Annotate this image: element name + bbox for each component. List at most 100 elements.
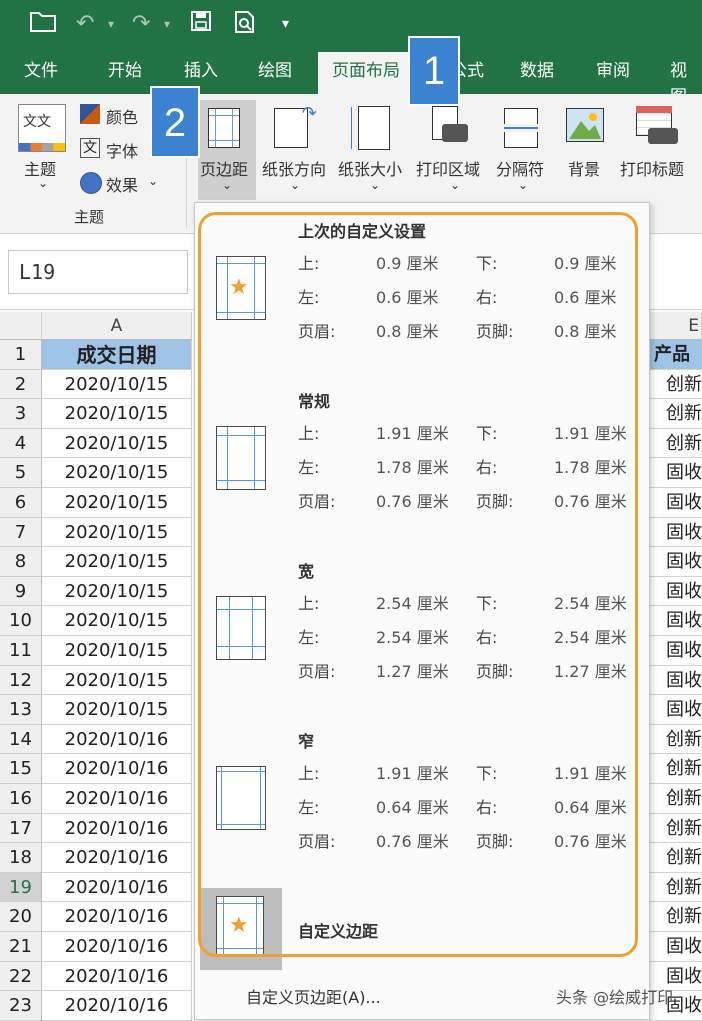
row-header[interactable]: 3 [0,399,42,429]
date-cell[interactable]: 2020/10/15 [42,606,192,636]
row-header[interactable]: 1 [0,340,42,370]
product-cell[interactable]: 固收 [650,666,702,696]
row-header[interactable]: 18 [0,843,42,873]
print-area-label[interactable]: 打印区域 [416,156,480,180]
row-header[interactable]: 11 [0,636,42,666]
product-cell[interactable]: 固收 [650,636,702,666]
date-cell[interactable]: 2020/10/15 [42,636,192,666]
orientation-label[interactable]: 纸张方向 [262,156,326,180]
tab-review[interactable]: 审阅 [596,58,630,84]
row-header[interactable]: 10 [0,606,42,636]
fonts-label[interactable]: 字体 [106,138,138,162]
product-cell[interactable]: 创新 [650,370,702,400]
column-header-right[interactable]: E [650,312,702,340]
effects-icon[interactable] [80,172,102,194]
date-cell[interactable]: 2020/10/15 [42,399,192,429]
custom-page-margins-link[interactable]: 自定义页边距(A)... [246,984,381,1008]
date-cell[interactable]: 2020/10/15 [42,488,192,518]
date-cell[interactable]: 2020/10/16 [42,872,192,903]
row-header[interactable]: 16 [0,784,42,814]
select-all-corner[interactable] [0,312,42,340]
tab-insert[interactable]: 插入 [184,58,218,84]
row-header[interactable]: 4 [0,428,42,459]
row-header[interactable]: 9 [0,576,42,607]
background-icon[interactable] [566,108,604,142]
row-header[interactable]: 21 [0,932,42,962]
row-header[interactable]: 17 [0,813,42,844]
colors-label[interactable]: 颜色 [106,104,138,128]
row-header[interactable]: 8 [0,547,42,577]
row-header[interactable]: 20 [0,902,42,932]
row-header[interactable]: 13 [0,695,42,725]
save-icon[interactable] [190,10,212,40]
row-header[interactable]: 7 [0,517,42,548]
undo-dropdown-icon[interactable]: ▾ [108,10,114,38]
redo-icon[interactable]: ↷ [132,10,150,38]
background-label[interactable]: 背景 [568,156,600,180]
header-cell-product[interactable]: 产品 [650,340,702,370]
redo-dropdown-icon[interactable]: ▾ [164,10,170,38]
date-cell[interactable]: 2020/10/15 [42,458,192,488]
date-cell[interactable]: 2020/10/16 [42,754,192,784]
effects-label[interactable]: 效果 [106,172,138,196]
product-cell[interactable]: 创新 [650,843,702,873]
product-cell[interactable]: 创新 [650,399,702,429]
tab-page-layout[interactable]: 页面布局 [318,52,414,94]
undo-icon[interactable]: ↶ [76,10,94,38]
date-cell[interactable]: 2020/10/16 [42,724,192,755]
folder-icon[interactable] [30,10,56,40]
date-cell[interactable]: 2020/10/15 [42,369,192,400]
row-header[interactable]: 5 [0,458,42,488]
print-titles-label[interactable]: 打印标题 [620,156,684,180]
print-titles-icon[interactable] [636,106,680,150]
row-header[interactable]: 14 [0,724,42,755]
product-cell[interactable]: 创新 [650,814,702,844]
breaks-label[interactable]: 分隔符 [496,156,544,180]
tab-home[interactable]: 开始 [108,58,142,84]
size-icon[interactable] [351,106,390,150]
date-cell[interactable]: 2020/10/16 [42,991,192,1021]
fonts-icon[interactable]: 文 [80,138,100,158]
date-cell[interactable]: 2020/10/15 [42,695,192,725]
breaks-icon[interactable] [504,108,538,148]
product-cell[interactable]: 固收 [650,932,702,962]
date-cell[interactable]: 2020/10/16 [42,843,192,873]
orientation-dropdown-icon[interactable]: ⌄ [290,178,300,192]
size-dropdown-icon[interactable]: ⌄ [370,178,380,192]
date-cell[interactable]: 2020/10/15 [42,576,192,607]
date-cell[interactable]: 2020/10/16 [42,902,192,932]
effects-dropdown-icon[interactable]: ⌄ [148,174,158,188]
customize-toolbar-icon[interactable]: ▾ [282,10,289,38]
colors-icon[interactable] [80,104,100,124]
print-area-dropdown-icon[interactable]: ⌄ [450,178,460,192]
date-cell[interactable]: 2020/10/15 [42,665,192,696]
tab-draw[interactable]: 绘图 [258,58,292,84]
row-header[interactable]: 15 [0,754,42,784]
themes-dropdown-icon[interactable]: ⌄ [38,176,48,190]
margins-label[interactable]: 页边距 [200,156,248,180]
date-cell[interactable]: 2020/10/16 [42,961,192,992]
size-label[interactable]: 纸张大小 [338,156,402,180]
date-cell[interactable]: 2020/10/15 [42,517,192,548]
product-cell[interactable]: 创新 [650,784,702,814]
product-cell[interactable]: 固收 [650,606,702,636]
product-cell[interactable]: 固收 [650,577,702,607]
date-cell[interactable]: 2020/10/16 [42,932,192,962]
name-box[interactable]: L19 [8,250,188,294]
product-cell[interactable]: 固收 [650,547,702,577]
product-cell[interactable]: 固收 [650,518,702,548]
product-cell[interactable]: 创新 [650,429,702,459]
tab-file[interactable]: 文件 [24,58,58,84]
row-header[interactable]: 2 [0,369,42,400]
product-cell[interactable]: 固收 [650,695,702,725]
print-area-icon[interactable] [432,106,468,150]
product-cell[interactable]: 创新 [650,873,702,903]
row-header[interactable]: 22 [0,961,42,992]
product-cell[interactable]: 创新 [650,902,702,932]
product-cell[interactable]: 固收 [650,458,702,488]
margins-dropdown-icon[interactable]: ⌄ [222,178,232,192]
product-cell[interactable]: 创新 [650,725,702,755]
date-cell[interactable]: 2020/10/16 [42,813,192,844]
themes-icon[interactable]: 文文 [18,104,66,152]
row-header[interactable]: 23 [0,991,42,1021]
